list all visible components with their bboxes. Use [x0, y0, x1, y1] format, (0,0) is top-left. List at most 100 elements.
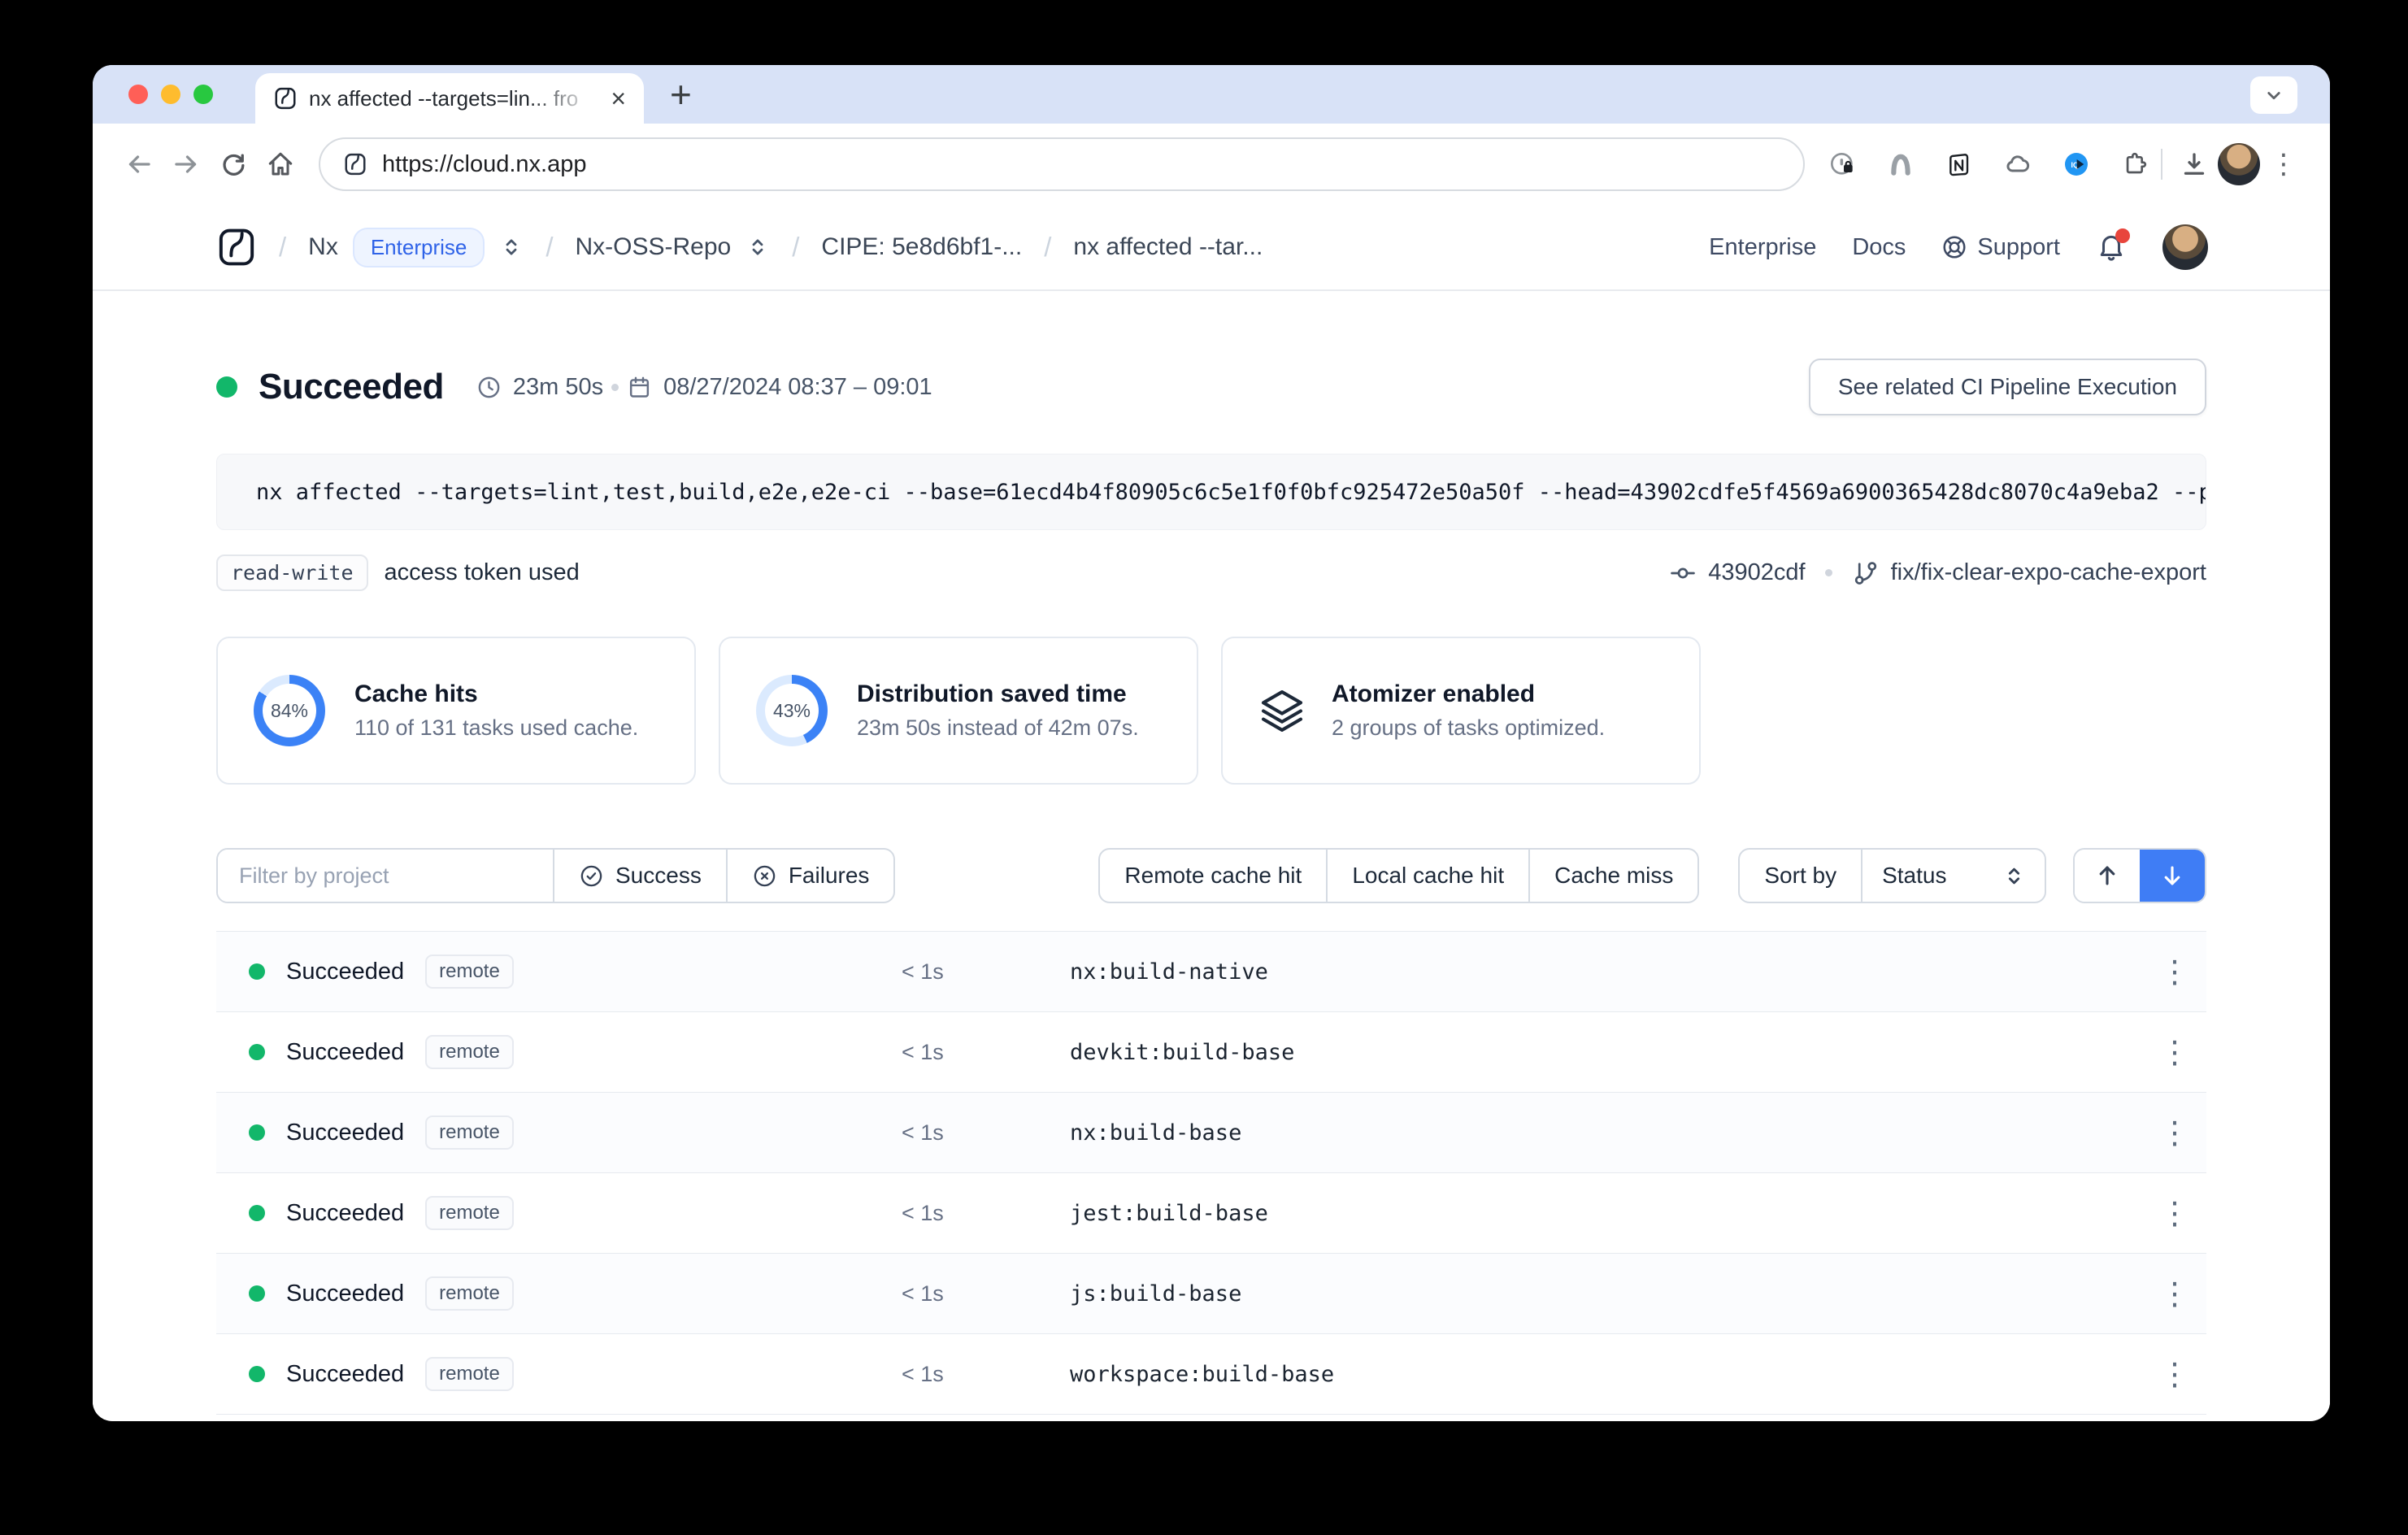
row-cache-badge: remote: [425, 1035, 514, 1069]
calendar-icon: [627, 375, 652, 400]
browser-window: nx affected --targets=lin... fro × + htt…: [93, 65, 2330, 1421]
project-filter-input[interactable]: [218, 850, 553, 902]
cloud-extension-icon[interactable]: [2000, 146, 2036, 182]
cache-miss-button[interactable]: Cache miss: [1528, 850, 1697, 902]
workspace-switcher-icon[interactable]: [745, 235, 770, 259]
reload-button[interactable]: [210, 141, 257, 188]
sort-ascending-button[interactable]: [2075, 850, 2140, 902]
distribution-donut: 43%: [756, 675, 828, 746]
back-button[interactable]: [115, 141, 163, 188]
token-row: read-write access token used 43902cdf fi…: [216, 554, 2206, 591]
browser-tab[interactable]: nx affected --targets=lin... fro ×: [255, 73, 644, 124]
browser-menu-button[interactable]: ⋮: [2260, 141, 2307, 188]
address-bar[interactable]: https://cloud.nx.app: [319, 137, 1805, 191]
new-tab-button[interactable]: +: [665, 75, 697, 114]
sort-descending-button[interactable]: [2140, 850, 2205, 902]
row-kebab-icon[interactable]: ⋮: [2159, 1278, 2190, 1309]
table-row[interactable]: Succeeded remote < 1s nx:build-native ⋮: [216, 932, 2206, 1012]
row-cache-badge: remote: [425, 1115, 514, 1150]
distribution-percent: 43%: [773, 700, 811, 722]
row-status-dot: [249, 1205, 265, 1221]
row-kebab-icon[interactable]: ⋮: [2159, 1198, 2190, 1228]
notifications-button[interactable]: [2096, 232, 2127, 263]
nav-link-support[interactable]: Support: [1941, 234, 2060, 261]
breadcrumb-org[interactable]: Nx Enterprise: [308, 228, 524, 267]
forward-button[interactable]: [163, 141, 210, 188]
row-status: Succeeded remote: [216, 1035, 902, 1069]
browser-toolbar: https://cloud.nx.app IQ: [93, 124, 2330, 205]
filter-bar: Success Failures Remote cache hit Local …: [216, 848, 2206, 903]
row-kebab-icon[interactable]: ⋮: [2159, 1117, 2190, 1148]
local-cache-hit-button[interactable]: Local cache hit: [1326, 850, 1528, 902]
row-status-dot: [249, 1285, 265, 1302]
vcs-separator: [1825, 569, 1832, 576]
row-kebab-icon[interactable]: ⋮: [2159, 1359, 2190, 1389]
command-text: nx affected --targets=lint,test,build,e2…: [256, 480, 2206, 505]
table-row[interactable]: Succeeded remote < 1s workspace:build-ba…: [216, 1334, 2206, 1415]
toolbar-divider: [2161, 149, 2162, 180]
tab-list-chevron-button[interactable]: [2250, 76, 2297, 114]
failures-filter-button[interactable]: Failures: [726, 850, 894, 902]
success-filter-label: Success: [615, 863, 702, 889]
check-circle-icon: [579, 863, 604, 889]
zoom-window-button[interactable]: [193, 85, 213, 104]
see-related-cipe-button[interactable]: See related CI Pipeline Execution: [1809, 359, 2206, 415]
extensions-puzzle-icon[interactable]: [2117, 146, 2153, 182]
row-duration: < 1s: [902, 1201, 1070, 1226]
browser-profile-avatar[interactable]: [2218, 143, 2260, 185]
breadcrumb-separator: /: [279, 232, 286, 263]
row-task-name: nx:build-native: [1070, 959, 2143, 985]
support-label: Support: [1977, 234, 2060, 261]
breadcrumb-run: nx affected --tar...: [1073, 233, 1263, 261]
commit-hash[interactable]: 43902cdf: [1708, 559, 1805, 586]
row-task-name: js:build-base: [1070, 1281, 2143, 1307]
row-kebab-icon[interactable]: ⋮: [2159, 956, 2190, 987]
row-status: Succeeded remote: [216, 1276, 902, 1311]
remote-cache-hit-button[interactable]: Remote cache hit: [1100, 850, 1326, 902]
table-row[interactable]: Succeeded remote < 1s jest:build-base ⋮: [216, 1173, 2206, 1254]
window-controls: [128, 85, 213, 104]
nav-link-enterprise[interactable]: Enterprise: [1709, 234, 1816, 261]
breadcrumb-separator: /: [545, 232, 553, 263]
kebab-menu-icon: ⋮: [2270, 150, 2297, 178]
branch-name[interactable]: fix/fix-clear-expo-cache-export: [1891, 559, 2206, 586]
atomizer-card: Atomizer enabled 2 groups of tasks optim…: [1221, 637, 1701, 785]
row-cache-badge: remote: [425, 1276, 514, 1311]
org-switcher-icon[interactable]: [499, 235, 524, 259]
commit-icon: [1669, 559, 1697, 587]
row-cache-badge: remote: [425, 954, 514, 989]
sort-select[interactable]: Status: [1861, 850, 2045, 902]
arc-extension-icon[interactable]: [1883, 146, 1919, 182]
app-nav: / Nx Enterprise / Nx-OSS-Repo / CIPE: 5e…: [93, 205, 2330, 291]
row-status-label: Succeeded: [286, 959, 404, 985]
row-task-name: workspace:build-base: [1070, 1362, 2143, 1387]
download-icon: [2180, 150, 2209, 179]
success-filter-button[interactable]: Success: [553, 850, 726, 902]
table-row[interactable]: Succeeded remote < 1s js:build-base ⋮: [216, 1254, 2206, 1334]
extension-icons: IQ: [1824, 146, 2153, 182]
password-manager-icon[interactable]: [1824, 146, 1860, 182]
notion-extension-icon[interactable]: [1941, 146, 1977, 182]
breadcrumb-cipe[interactable]: CIPE: 5e8d6bf1-...: [821, 233, 1022, 261]
table-row[interactable]: Succeeded remote < 1s devkit:build-base …: [216, 1012, 2206, 1093]
nav-link-docs[interactable]: Docs: [1852, 234, 1906, 261]
video-speed-extension-icon[interactable]: IQ: [2058, 146, 2094, 182]
layers-icon: [1258, 687, 1306, 734]
downloads-button[interactable]: [2171, 141, 2218, 188]
atomizer-title: Atomizer enabled: [1332, 681, 1605, 708]
breadcrumb-workspace[interactable]: Nx-OSS-Repo: [576, 233, 771, 261]
row-duration: < 1s: [902, 1362, 1070, 1387]
home-button[interactable]: [257, 141, 304, 188]
org-name: Nx: [308, 233, 338, 261]
breadcrumb: / Nx Enterprise / Nx-OSS-Repo / CIPE: 5e…: [216, 227, 1263, 267]
table-row[interactable]: Succeeded remote < 1s nx:build-base ⋮: [216, 1093, 2206, 1173]
chevron-down-icon: [2262, 83, 2286, 107]
minimize-window-button[interactable]: [161, 85, 180, 104]
user-avatar[interactable]: [2162, 224, 2208, 270]
command-box: nx affected --targets=lint,test,build,e2…: [216, 454, 2206, 530]
token-label: access token used: [385, 559, 580, 586]
nx-site-icon: [343, 152, 367, 176]
row-kebab-icon[interactable]: ⋮: [2159, 1037, 2190, 1068]
close-window-button[interactable]: [128, 85, 148, 104]
close-tab-icon[interactable]: ×: [606, 84, 631, 113]
